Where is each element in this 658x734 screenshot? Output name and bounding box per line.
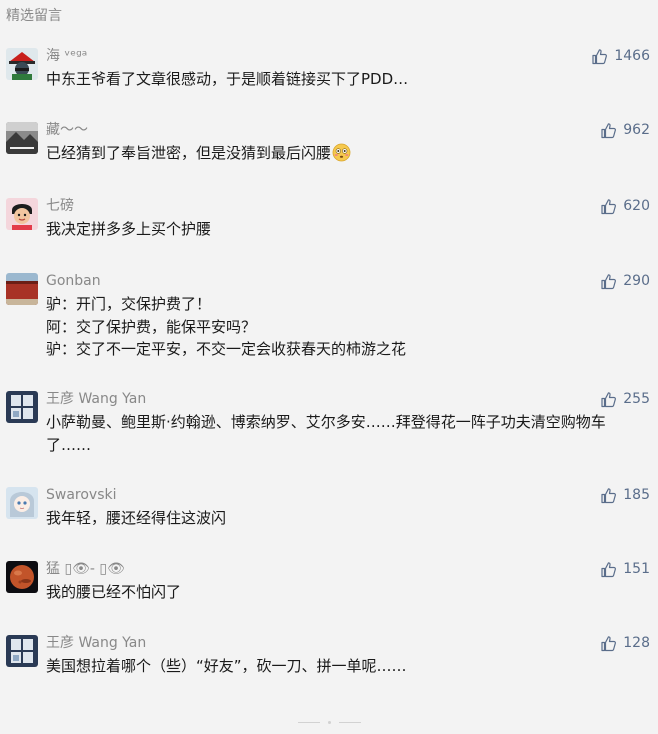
window-view-avatar-icon[interactable]	[6, 391, 38, 423]
thumbs-up-icon	[600, 198, 617, 215]
thumbs-up-icon	[600, 122, 617, 139]
like-count: 255	[623, 391, 650, 407]
thumbs-up-icon	[600, 635, 617, 652]
pager-dot	[327, 720, 331, 724]
like-count: 620	[623, 198, 650, 214]
pager-line-left	[297, 721, 320, 723]
thumbs-up-icon	[600, 273, 617, 290]
like-count: 1466	[614, 48, 650, 64]
nickname[interactable]: 七磅	[46, 196, 74, 216]
nickname[interactable]: 王彦 Wang Yan	[46, 633, 146, 653]
like-button[interactable]: 290	[600, 271, 650, 291]
nickname[interactable]: 藏～～	[46, 120, 88, 140]
like-button[interactable]: 128	[600, 633, 650, 653]
page-indicator	[0, 718, 658, 726]
comment-text: 美国想拉着哪个（些）“好友”，砍一刀、拼一单呢……	[46, 655, 646, 678]
comment-line: 小萨勒曼、鲍里斯·约翰逊、博索纳罗、艾尔多安……拜登得花一阵子功夫清空购物车了……	[46, 413, 606, 454]
comment-text: 已经猜到了奉旨泄密，但是没猜到最后闪腰	[46, 142, 646, 165]
thumbs-up-icon	[600, 391, 617, 408]
comment-text: 我的腰已经不怕闪了	[46, 581, 646, 604]
comment-line: 我决定拼多多上买个护腰	[46, 220, 212, 238]
like-button[interactable]: 151	[600, 559, 650, 579]
flushed-face-emoji-icon	[332, 143, 351, 162]
red-hat-avatar-icon[interactable]	[6, 48, 38, 80]
thumbs-up-icon	[600, 561, 617, 578]
comment-line: 美国想拉着哪个（些）“好友”，砍一刀、拼一单呢……	[46, 657, 407, 675]
comment-line: 我的腰已经不怕闪了	[46, 583, 182, 601]
comment-line: 已经猜到了奉旨泄密，但是没猜到最后闪腰	[46, 142, 646, 165]
landscape-bw-avatar-icon[interactable]	[6, 122, 38, 154]
like-button[interactable]: 620	[600, 196, 650, 216]
comment-text: 我决定拼多多上买个护腰	[46, 218, 646, 241]
like-count: 962	[623, 122, 650, 138]
comments-page: 精选留言 海 ᵛᵉᵍᵃ 1466 中东王爷看了文章很感动，于是顺着链接买下了PD…	[0, 0, 658, 734]
comment-line: 中东王爷看了文章很感动，于是顺着链接买下了PDD…	[46, 70, 409, 88]
nickname[interactable]: Swarovski	[46, 485, 117, 505]
comment-text: 驴：开门，交保护费了！ 阿：交了保护费，能保平安吗？ 驴：交了不一定平安，不交一…	[46, 293, 646, 361]
section-title: 精选留言	[6, 8, 62, 24]
mars-planet-avatar-icon[interactable]	[6, 561, 38, 593]
window-view-avatar-icon[interactable]	[6, 635, 38, 667]
like-button[interactable]: 185	[600, 485, 650, 505]
nickname[interactable]: 王彦 Wang Yan	[46, 389, 146, 409]
like-button[interactable]: 255	[600, 389, 650, 409]
like-count: 151	[623, 561, 650, 577]
comment-line: 阿：交了保护费，能保平安吗？	[46, 317, 257, 336]
comment-text: 中东王爷看了文章很感动，于是顺着链接买下了PDD…	[46, 68, 646, 91]
comment-line: 驴：开门，交保护费了！	[46, 295, 212, 313]
like-button[interactable]: 962	[600, 120, 650, 140]
like-button[interactable]: 1466	[591, 46, 650, 66]
nickname[interactable]: 海 ᵛᵉᵍᵃ	[46, 46, 87, 66]
anime-girl-avatar-icon[interactable]	[6, 487, 38, 519]
cartoon-person-avatar-icon[interactable]	[6, 198, 38, 230]
like-count: 185	[623, 487, 650, 503]
like-count: 128	[623, 635, 650, 651]
nickname[interactable]: 猛 ▯👁- ▯👁	[46, 559, 125, 579]
comment-line: 驴：交了不一定平安，不交一定会收获春天的柿游之花	[46, 340, 407, 358]
red-wall-avatar-icon[interactable]	[6, 273, 38, 305]
thumbs-up-icon	[591, 48, 608, 65]
thumbs-up-icon	[600, 487, 617, 504]
nickname[interactable]: Gonban	[46, 271, 101, 291]
like-count: 290	[623, 273, 650, 289]
comment-line: 我年轻，腰还经得住这波闪	[46, 509, 227, 527]
comment-text: 我年轻，腰还经得住这波闪	[46, 507, 646, 530]
comment-line-text: 已经猜到了奉旨泄密，但是没猜到最后闪腰	[46, 144, 332, 162]
pager-line-right	[338, 721, 361, 723]
comment-text: 小萨勒曼、鲍里斯·约翰逊、博索纳罗、艾尔多安……拜登得花一阵子功夫清空购物车了……	[46, 411, 646, 456]
